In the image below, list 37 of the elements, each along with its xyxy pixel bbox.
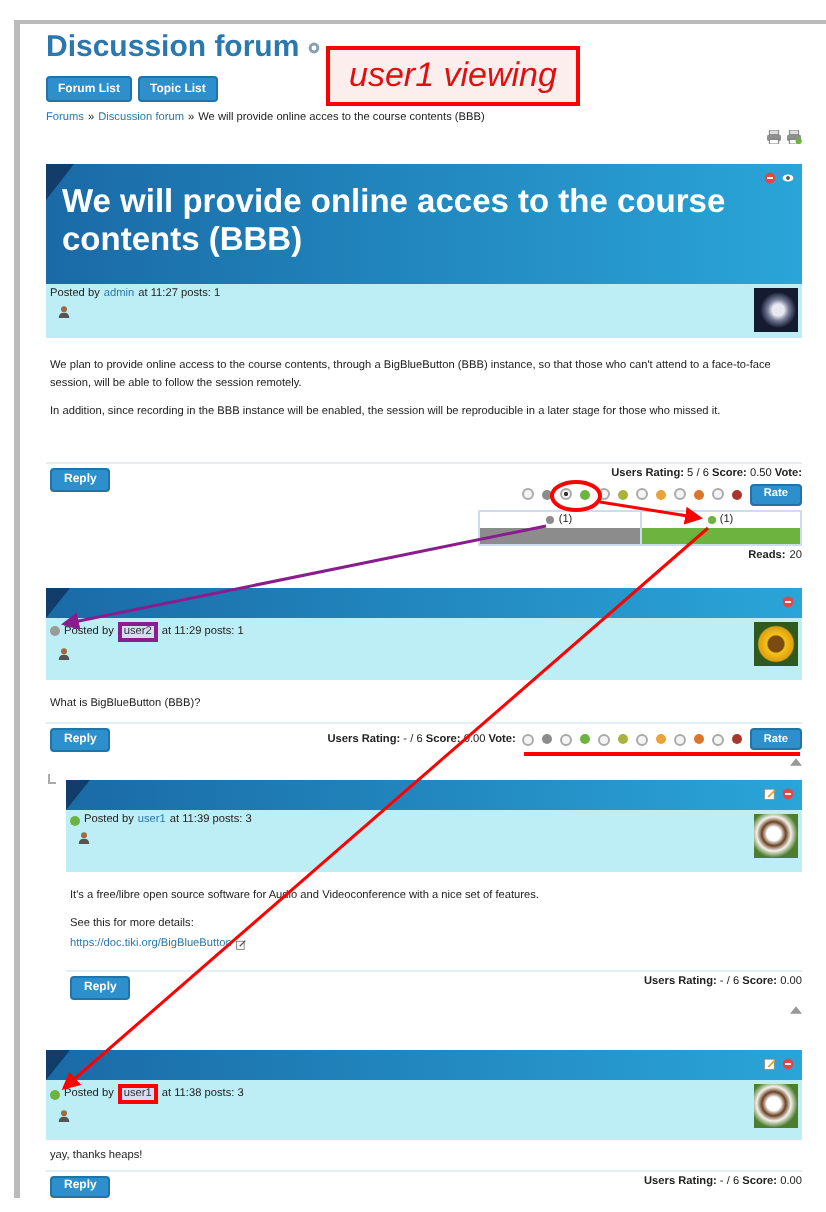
delete-icon[interactable]	[782, 788, 794, 800]
vote-radio[interactable]	[597, 733, 610, 745]
user-icon	[58, 647, 70, 659]
page-title: Discussion forum	[46, 28, 300, 68]
scroll-top-icon[interactable]	[790, 1006, 802, 1014]
avatar-image	[754, 1084, 798, 1128]
annotation-ellipse	[550, 480, 602, 512]
delete-icon[interactable]	[764, 172, 776, 184]
edit-icon[interactable]	[764, 788, 776, 800]
external-link-icon	[235, 939, 246, 949]
topic-title: We will provide online acces to the course contents (BBB)	[62, 184, 728, 260]
thread-connector	[48, 774, 56, 784]
vote-radio[interactable]	[635, 488, 648, 500]
user-icon	[78, 832, 90, 844]
help-icon[interactable]	[307, 42, 320, 54]
vote-radio[interactable]	[521, 733, 534, 745]
user-icon	[58, 1110, 70, 1122]
delete-icon[interactable]	[782, 595, 794, 607]
avatar-image	[754, 814, 798, 858]
user-icon	[58, 306, 70, 318]
vote-radio[interactable]	[711, 733, 724, 745]
delete-icon[interactable]	[782, 1058, 794, 1070]
vote-radio[interactable]	[711, 488, 724, 500]
print-icon[interactable]	[766, 130, 782, 144]
avatar-image	[754, 288, 798, 332]
print-icon[interactable]	[786, 130, 802, 144]
annotation-label: user1 viewing	[326, 46, 580, 106]
vote-radio[interactable]	[673, 488, 686, 500]
avatar-image	[754, 621, 798, 665]
scroll-top-icon[interactable]	[790, 758, 802, 766]
vote-radio[interactable]	[559, 488, 572, 500]
vote-radio[interactable]	[559, 733, 572, 745]
vote-radio[interactable]	[673, 733, 686, 745]
eye-icon[interactable]	[782, 172, 794, 184]
vote-radio[interactable]	[635, 733, 648, 745]
edit-icon[interactable]	[764, 1058, 776, 1070]
vote-radio[interactable]	[521, 488, 534, 500]
